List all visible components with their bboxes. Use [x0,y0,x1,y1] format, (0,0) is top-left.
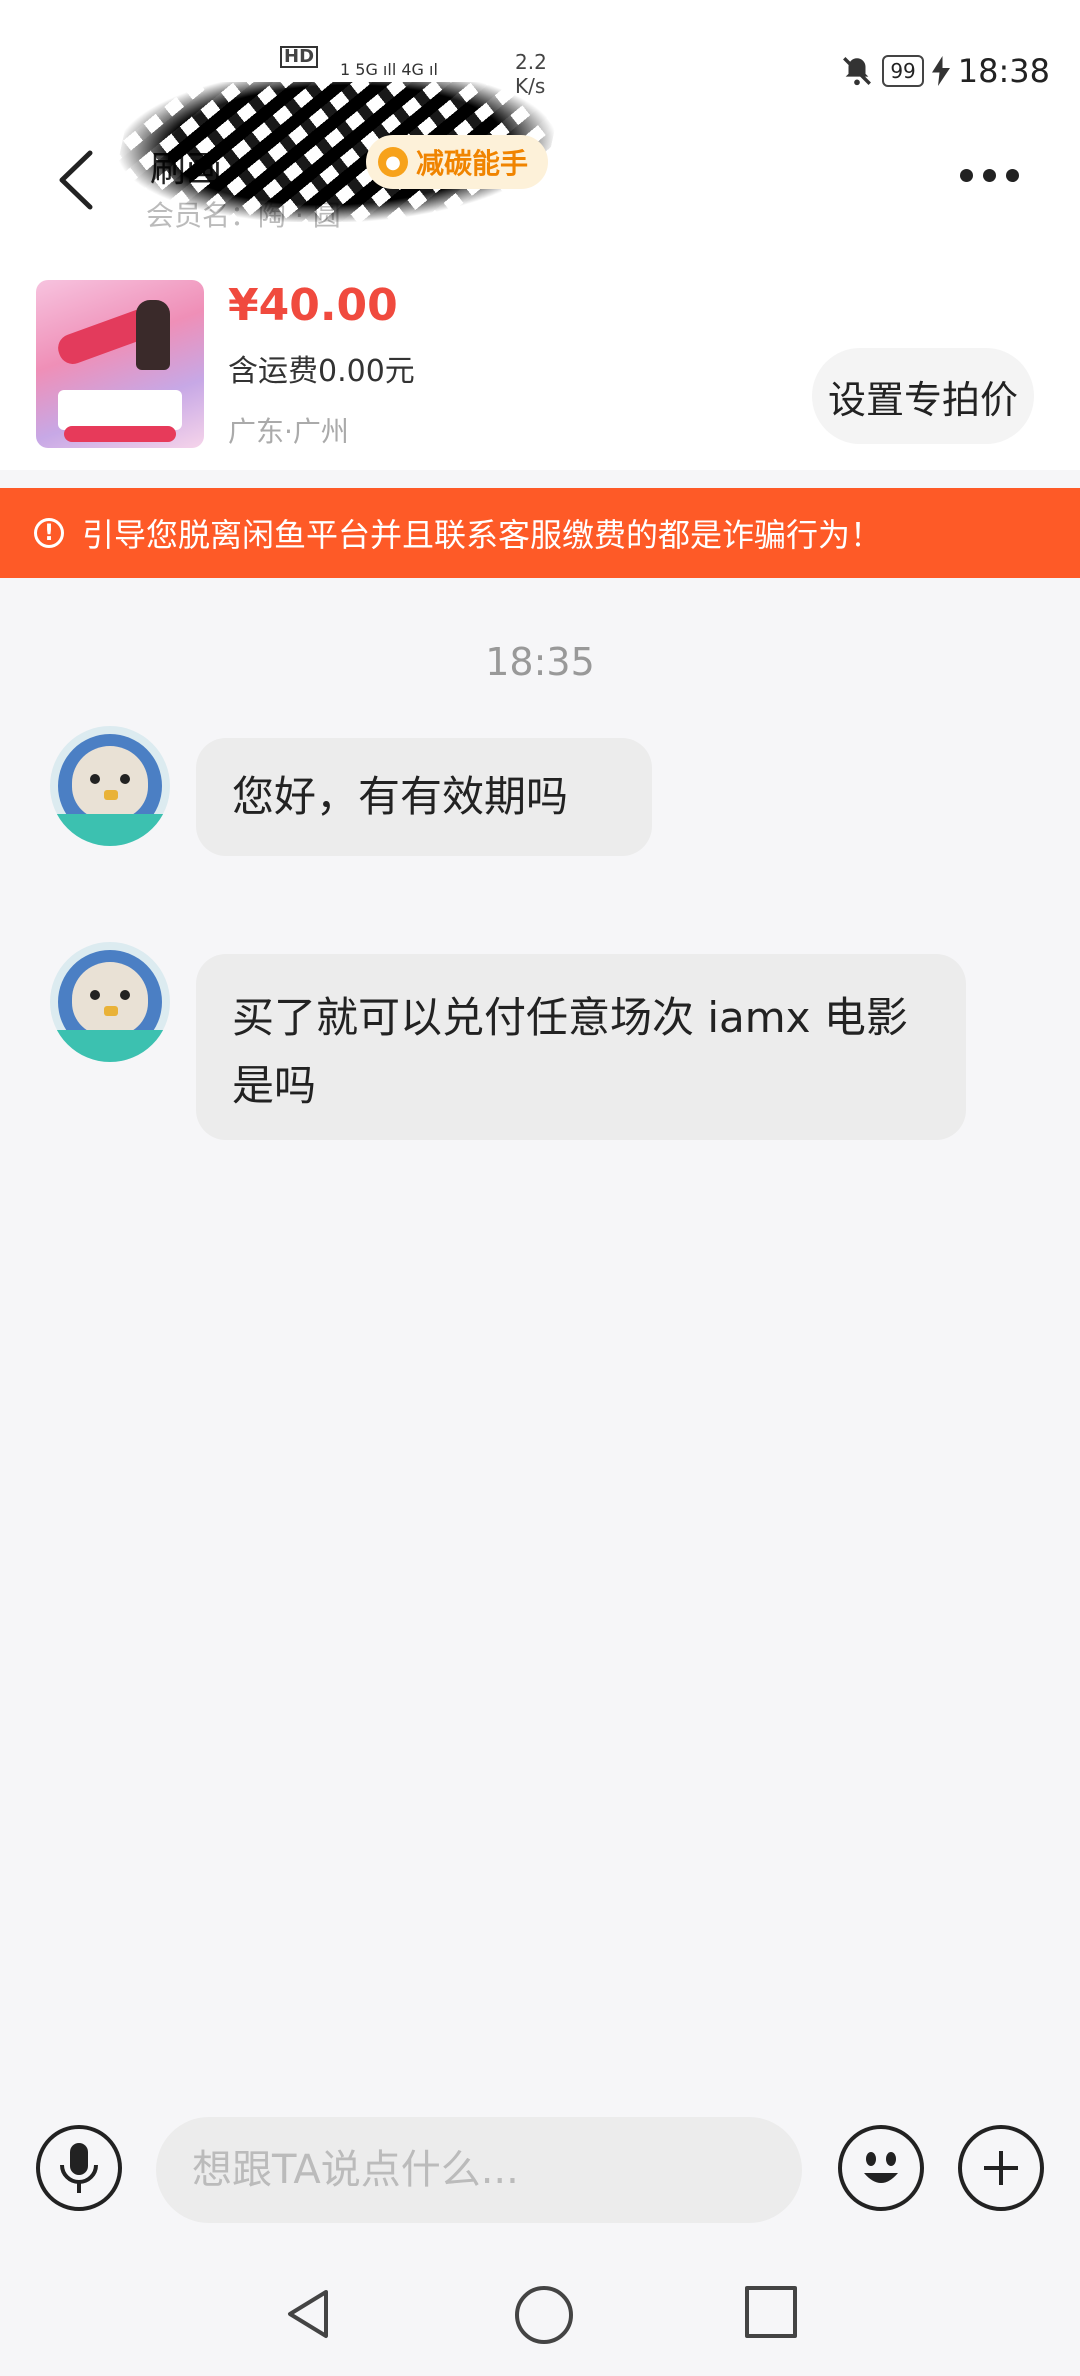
input-bar [0,2085,1080,2255]
battery-indicator: 99 [882,55,924,87]
triangle-back-icon [288,2290,328,2338]
product-price: ¥40.00 [228,280,398,331]
badge-label: 减碳能手 [416,147,529,180]
microphone-icon [60,2143,98,2193]
clock: 18:38 [957,52,1050,90]
hd-indicator: HD [280,46,319,68]
more-button[interactable] [960,160,1030,190]
voice-button[interactable] [36,2125,122,2211]
message-bubble[interactable]: 买了就可以兑付任意场次 iamx 电影是吗 [196,954,966,1140]
message-bubble[interactable]: 您好，有有效期吗 [196,738,652,856]
warning-text: 引导您脱离闲鱼平台并且联系客服缴费的都是诈骗行为！ [82,516,883,554]
avatar-base [50,1030,170,1062]
plus-icon [984,2151,1018,2185]
product-card: ¥40.00 含运费0.00元 广东·广州 设置专拍价 [36,280,1046,450]
fraud-warning-banner: ! 引导您脱离闲鱼平台并且联系客服缴费的都是诈骗行为！ [0,488,1080,578]
back-button[interactable] [52,145,102,215]
avatar-eye [120,774,130,784]
chevron-left-icon [59,150,93,210]
avatar[interactable] [50,726,170,846]
nav-home-button[interactable] [515,2286,573,2344]
exclamation-circle-icon: ! [34,518,64,548]
bell-off-icon [843,57,872,86]
avatar-base [50,814,170,846]
more-dots-icon [983,168,996,182]
avatar-eye [120,990,130,1000]
product-location: 广东·广州 [228,415,349,448]
emoji-button[interactable] [838,2125,924,2211]
avatar[interactable] [50,942,170,1062]
more-dots-icon [960,168,973,182]
charging-icon [931,56,950,86]
more-dots-icon [1006,168,1019,182]
avatar-face [72,746,148,820]
avatar-eye [90,774,100,784]
nav-recent-button[interactable] [745,2286,797,2338]
avatar-nose [104,790,118,800]
avatar-eye [90,990,100,1000]
nav-back-button[interactable] [280,2284,340,2344]
avatar-face [72,962,148,1036]
more-actions-button[interactable] [958,2125,1044,2211]
smiley-icon [864,2152,898,2183]
system-nav-bar [0,2256,1080,2376]
seller-badge[interactable]: ● 减碳能手 [366,135,549,189]
thumbnail-card [58,390,182,430]
leaf-icon: ● [378,147,408,177]
shipping-info: 含运费0.00元 [228,354,415,389]
signal-text: 1 5G ıll 4G ıl [340,60,438,79]
thumbnail-figure [136,300,170,370]
status-right: 99 18:38 [840,52,1050,90]
message-input[interactable] [156,2117,802,2223]
speed-value: 2.2 [515,50,547,74]
set-special-price-button[interactable]: 设置专拍价 [812,348,1034,444]
product-thumbnail[interactable] [36,280,204,448]
avatar-nose [104,1006,118,1016]
thumbnail-cta [64,426,176,442]
chat-timestamp: 18:35 [485,640,595,684]
